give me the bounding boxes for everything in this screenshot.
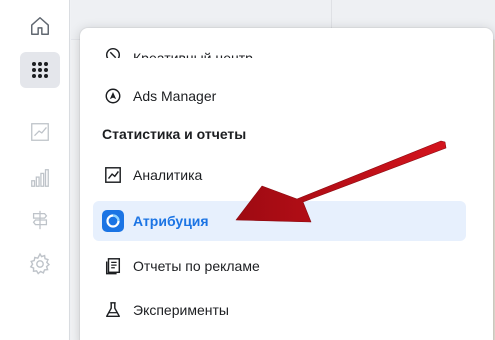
ads-manager-icon: [102, 85, 124, 107]
menu-item-analytics[interactable]: Аналитика: [93, 155, 466, 195]
line-chart-icon: [102, 164, 124, 186]
menu-item-ads-manager[interactable]: Ads Manager: [93, 76, 466, 116]
gear-icon: [29, 252, 51, 275]
menu-item-attribution[interactable]: Атрибуция: [93, 201, 466, 241]
creative-hub-icon: [102, 44, 124, 58]
rail-trends-button[interactable]: [20, 114, 60, 150]
home-icon: [31, 17, 49, 35]
menu-item-label: Эксперименты: [133, 302, 229, 318]
attribution-icon: [102, 210, 124, 232]
rail-home-button[interactable]: [20, 8, 60, 44]
report-icon: [102, 255, 124, 277]
bar-chart-icon: [31, 169, 49, 187]
menu-item-creative-hub[interactable]: Креативный центр: [93, 28, 466, 58]
rail-stats-button[interactable]: [20, 160, 60, 196]
flask-icon: [102, 299, 124, 321]
rail-signpost-button[interactable]: [20, 202, 60, 238]
menu-item-label: Ads Manager: [133, 88, 217, 104]
trend-chart-icon: [31, 123, 49, 141]
rail-settings-button[interactable]: [20, 246, 60, 282]
apps-flyout-menu: Креативный центр Ads Manager Статистика …: [80, 28, 493, 340]
section-title-statistics: Статистика и отчеты: [102, 126, 247, 142]
left-icon-rail: [0, 0, 70, 340]
menu-item-label: Аналитика: [133, 167, 203, 183]
menu-item-experiments[interactable]: Эксперименты: [93, 290, 466, 330]
menu-item-ad-reports[interactable]: Отчеты по рекламе: [93, 246, 466, 286]
rail-apps-button[interactable]: [20, 52, 60, 88]
menu-item-label: Атрибуция: [133, 213, 209, 229]
menu-item-label: Креативный центр: [133, 50, 253, 58]
menu-item-label: Отчеты по рекламе: [133, 258, 260, 274]
signpost-icon: [32, 210, 48, 230]
apps-grid-icon: [32, 62, 48, 78]
